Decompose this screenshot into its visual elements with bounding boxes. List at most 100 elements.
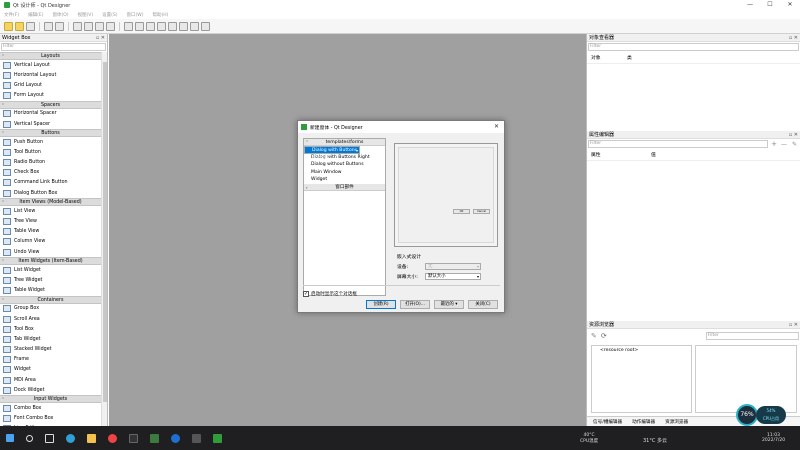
remove-property-icon[interactable]: — — [781, 141, 787, 148]
widget-item[interactable]: Tree Widget — [0, 275, 101, 285]
widget-category-header[interactable]: ˅ Buttons — [0, 129, 101, 138]
edit-signals-icon[interactable] — [84, 21, 93, 31]
chrome-browser-icon[interactable] — [108, 433, 117, 443]
widget-item[interactable]: Horizontal Layout — [0, 70, 101, 80]
device-select[interactable]: 无 — [425, 262, 481, 270]
float-close-icon[interactable]: ▫ ✕ — [789, 34, 798, 42]
widget-item[interactable]: Tool Box — [0, 324, 101, 334]
widget-item[interactable]: Frame — [0, 355, 101, 365]
menu-form[interactable]: 窗体(O) — [52, 12, 68, 18]
edge-browser-icon[interactable] — [66, 433, 75, 443]
widget-item[interactable]: Column View — [0, 237, 101, 247]
save-icon[interactable] — [26, 21, 35, 31]
task-view-icon[interactable] — [45, 433, 54, 443]
widget-item[interactable]: Combo Box — [0, 403, 101, 413]
layout-grid-icon[interactable] — [168, 21, 177, 31]
close-icon[interactable]: ✕ — [494, 123, 499, 130]
close-button[interactable]: 关闭(C) — [468, 300, 498, 309]
widget-item[interactable]: Radio Button — [0, 158, 101, 168]
template-item[interactable]: Widget — [304, 176, 385, 184]
cpu-temp-widget[interactable]: 40°C CPU温度 — [580, 433, 598, 444]
layout-splitter-h-icon[interactable] — [146, 21, 155, 31]
windows-start-icon[interactable] — [6, 434, 14, 442]
widget-item[interactable]: Undo View — [0, 247, 101, 257]
maximize-icon[interactable]: ☐ — [760, 0, 780, 10]
widget-item[interactable]: Table Widget — [0, 286, 101, 296]
app-icon[interactable] — [192, 433, 201, 443]
tab-resource-browser[interactable]: 资源浏览器 — [665, 419, 688, 425]
adjust-size-icon[interactable] — [201, 21, 210, 31]
widget-category-header[interactable]: ˅ Input Widgets — [0, 395, 101, 404]
template-group-widgets[interactable]: › 窗口部件 — [304, 183, 385, 191]
minimize-icon[interactable]: — — [740, 0, 760, 10]
widget-item[interactable]: Stacked Widget — [0, 345, 101, 355]
widget-category-header[interactable]: ˅ Spacers — [0, 100, 101, 109]
object-filter-input[interactable]: Filter — [588, 43, 799, 51]
checkbox-checked-icon[interactable]: ✓ — [303, 291, 309, 297]
widget-item[interactable]: Check Box — [0, 168, 101, 178]
widget-item[interactable]: Tree View — [0, 216, 101, 226]
edit-buddies-icon[interactable] — [95, 21, 104, 31]
widget-box-scrollbar[interactable] — [101, 52, 107, 426]
widget-item[interactable]: Push Button — [0, 137, 101, 147]
break-layout-icon[interactable] — [190, 21, 199, 31]
widget-item[interactable]: Table View — [0, 227, 101, 237]
screen-size-select[interactable]: 默认大小 — [425, 272, 481, 280]
widget-item[interactable]: Form Layout — [0, 91, 101, 101]
cpu-monitor-badge[interactable]: 76% — [736, 404, 758, 426]
resource-list[interactable] — [695, 345, 797, 413]
widget-category-header[interactable]: ˅ Layouts — [0, 52, 101, 60]
redo-icon[interactable] — [55, 21, 64, 31]
cpu-usage-widget[interactable]: 54% CPU占用 — [756, 406, 786, 424]
widget-item[interactable]: Vertical Layout — [0, 60, 101, 70]
menu-edit[interactable]: 编辑(E) — [28, 12, 43, 18]
template-item[interactable]: Dialog without Buttons — [304, 161, 385, 169]
open-button[interactable]: 打开(O)... — [400, 300, 430, 309]
widget-item[interactable]: MDI Area — [0, 375, 101, 385]
menu-settings[interactable]: 设置(S) — [102, 12, 117, 18]
new-file-icon[interactable] — [4, 21, 13, 31]
menu-help[interactable]: 帮助(H) — [152, 12, 168, 18]
search-icon[interactable] — [26, 434, 33, 442]
template-item[interactable]: Dialog with Buttons Bottom — [304, 146, 360, 161]
widget-item[interactable]: Vertical Spacer — [0, 119, 101, 129]
terminal-icon[interactable] — [129, 433, 138, 443]
layout-splitter-v-icon[interactable] — [157, 21, 166, 31]
undo-icon[interactable] — [44, 21, 53, 31]
template-group-forms[interactable]: ˅ templates\forms — [304, 139, 385, 146]
pycharm-icon[interactable] — [150, 433, 159, 443]
widget-item[interactable]: Scroll Area — [0, 314, 101, 324]
widget-item[interactable]: Group Box — [0, 304, 101, 314]
tab-signal-slot-editor[interactable]: 信号/槽编辑器 — [593, 419, 622, 425]
reload-icon[interactable]: ⟳ — [601, 332, 607, 340]
widget-item[interactable]: List View — [0, 206, 101, 216]
widget-category-header[interactable]: ˅ Item Widgets (Item-Based) — [0, 257, 101, 266]
configure-icon[interactable]: ✎ — [792, 141, 797, 148]
file-explorer-icon[interactable] — [87, 433, 96, 443]
widget-item[interactable]: Dialog Button Box — [0, 188, 101, 198]
property-filter-input[interactable]: Filter — [588, 140, 769, 148]
widget-category-header[interactable]: ˅ Containers — [0, 295, 101, 304]
scrollbar-thumb[interactable] — [103, 62, 107, 402]
widget-item[interactable]: Dock Widget — [0, 385, 101, 395]
widget-category-header[interactable]: ˅ Item Views (Model-Based) — [0, 198, 101, 207]
weather-widget[interactable]: 31°C 多云 — [643, 437, 667, 444]
widget-item[interactable]: List Widget — [0, 265, 101, 275]
widget-item[interactable]: Widget — [0, 365, 101, 375]
layout-form-icon[interactable] — [179, 21, 188, 31]
layout-vertical-icon[interactable] — [135, 21, 144, 31]
widget-item[interactable]: Grid Layout — [0, 80, 101, 90]
layout-horizontal-icon[interactable] — [124, 21, 133, 31]
qt-designer-taskbar-icon[interactable] — [213, 433, 222, 443]
template-item[interactable]: Main Window — [304, 169, 385, 177]
edit-resources-icon[interactable]: ✎ — [591, 332, 597, 340]
show-on-startup-checkbox[interactable]: ✓ 启动时显示这个对话框 — [303, 291, 357, 297]
widget-filter-input[interactable]: Filter — [1, 43, 106, 51]
menu-file[interactable]: 文件(F) — [4, 12, 19, 18]
widget-item[interactable]: Tool Button — [0, 147, 101, 157]
resource-filter-input[interactable]: Filter — [705, 332, 799, 340]
resource-tree[interactable]: <resource root> — [591, 345, 692, 413]
add-property-icon[interactable]: + — [771, 140, 777, 148]
resource-root[interactable]: <resource root> — [600, 348, 638, 353]
menu-view[interactable]: 视图(V) — [78, 12, 94, 18]
